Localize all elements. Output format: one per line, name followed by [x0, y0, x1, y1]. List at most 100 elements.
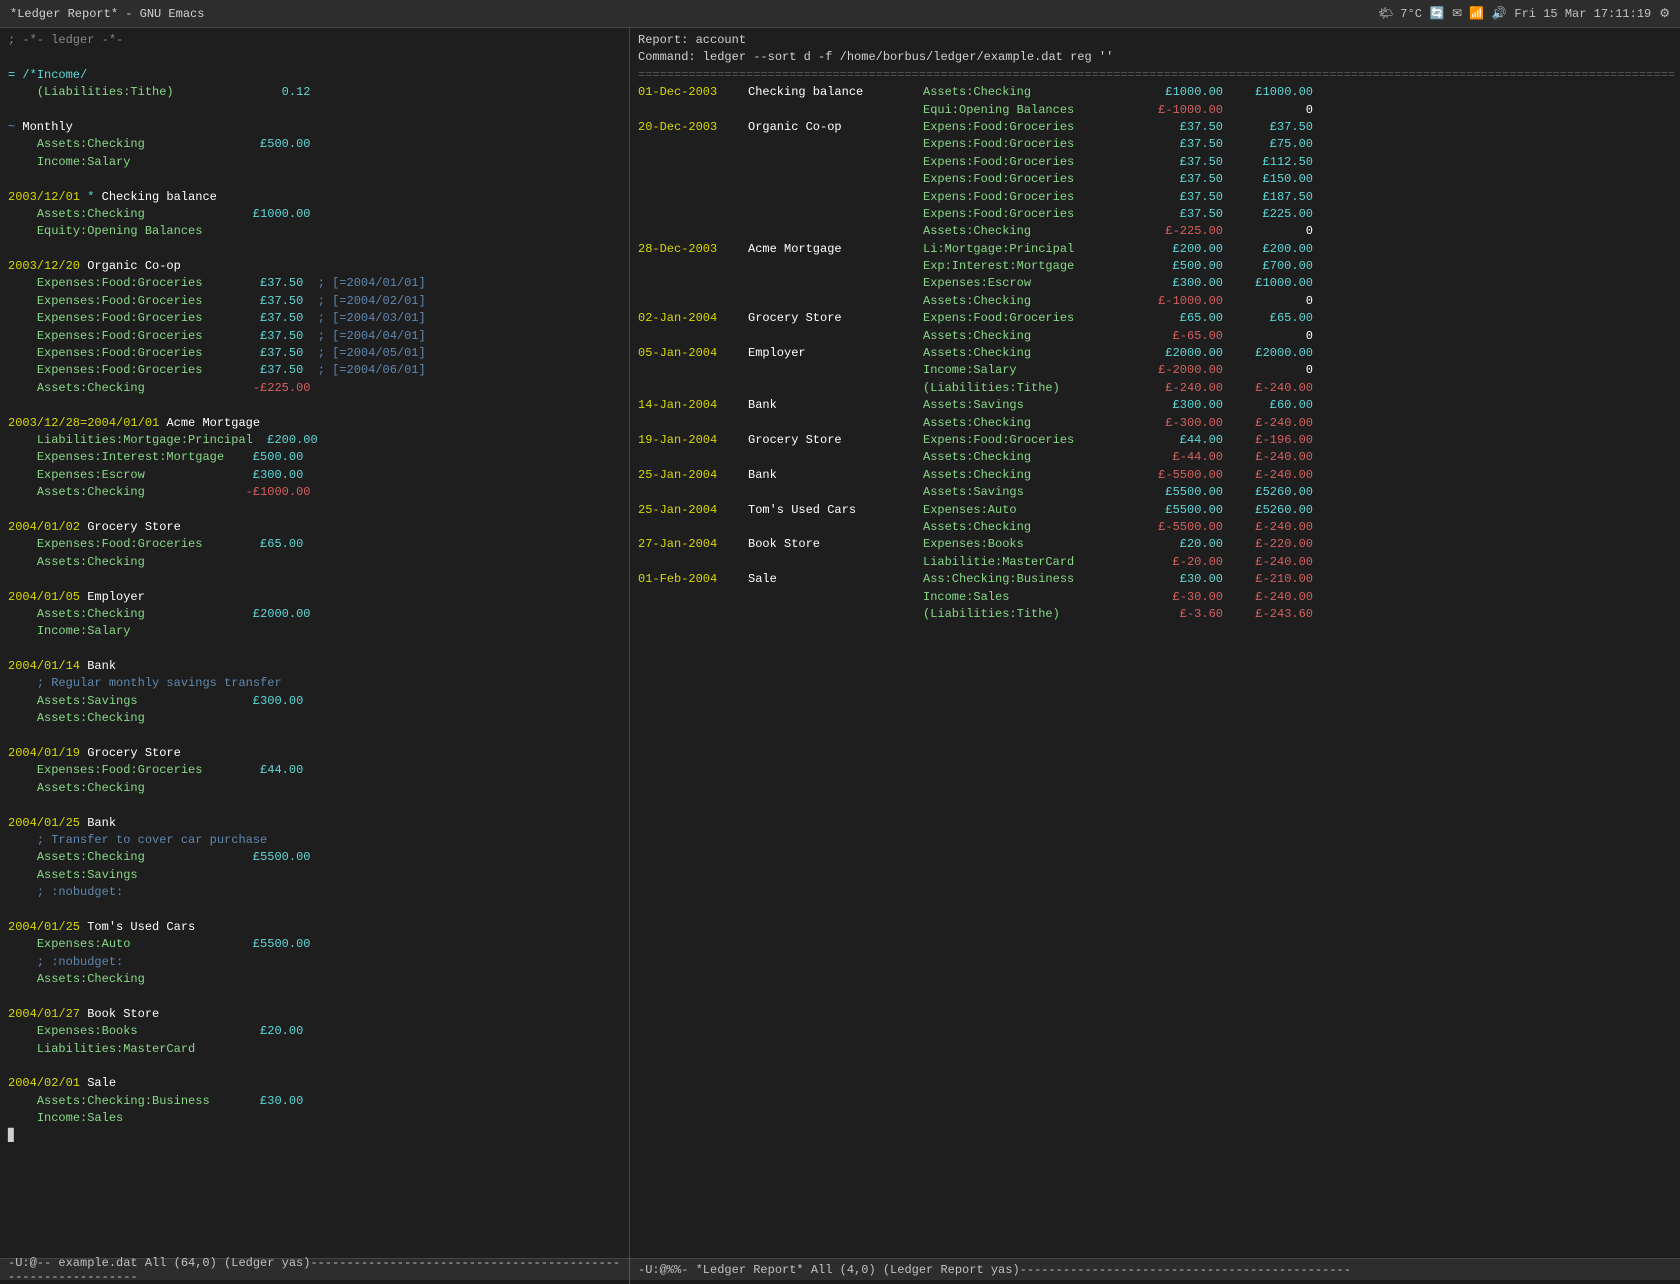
comment-car-purchase: ; Transfer to cover car purchase [8, 832, 621, 849]
report-row: (Liabilities:Tithe)£-240.00£-240.00 [638, 380, 1672, 397]
entry-date: 01-Feb-2004 [638, 571, 748, 588]
entry-date [638, 293, 748, 310]
entry-running: £-220.00 [1223, 536, 1313, 553]
txn-mortgage: 2003/12/28=2004/01/01 Acme Mortgage [8, 415, 621, 432]
report-row: 01-Dec-2003Checking balanceAssets:Checki… [638, 84, 1672, 101]
blank-9 [8, 728, 621, 745]
entry-date [638, 258, 748, 275]
txn-usedcars: 2004/01/25 Tom's Used Cars [8, 919, 621, 936]
report-row: 01-Feb-2004SaleAss:Checking:Business£30.… [638, 571, 1672, 588]
entry-payee [748, 415, 923, 432]
account-equity: Equity:Opening Balances [8, 223, 621, 240]
account-groceries-65: Expenses:Food:Groceries £65.00 [8, 536, 621, 553]
entry-date [638, 449, 748, 466]
entry-payee: Book Store [748, 536, 923, 553]
report-row: Equi:Opening Balances£-1000.000 [638, 102, 1672, 119]
entry-account: Assets:Checking [923, 293, 1133, 310]
entry-date: 14-Jan-2004 [638, 397, 748, 414]
report-row: 28-Dec-2003Acme MortgageLi:Mortgage:Prin… [638, 241, 1672, 258]
report-separator: ========================================… [638, 67, 1672, 84]
account-books-20: Expenses:Books £20.00 [8, 1023, 621, 1040]
entry-payee [748, 554, 923, 571]
entry-account: Assets:Savings [923, 484, 1133, 501]
blank-5 [8, 397, 621, 414]
titlebar-title: *Ledger Report* - GNU Emacs [10, 7, 204, 21]
entry-amount: £-3.60 [1133, 606, 1223, 623]
entry-running: £60.00 [1223, 397, 1313, 414]
entry-running: £5260.00 [1223, 484, 1313, 501]
report-row: Assets:Checking£-44.00£-240.00 [638, 449, 1672, 466]
entry-amount: £37.50 [1133, 136, 1223, 153]
entry-date [638, 275, 748, 292]
report-command: Command: ledger --sort d -f /home/borbus… [638, 49, 1672, 66]
entry-date [638, 223, 748, 240]
account-mortgage-principal: Liabilities:Mortgage:Principal £200.00 [8, 432, 621, 449]
entry-account: Expenses:Auto [923, 502, 1133, 519]
report-row: 02-Jan-2004Grocery StoreExpens:Food:Groc… [638, 310, 1672, 327]
entry-running: £-240.00 [1223, 449, 1313, 466]
left-blank-1 [8, 49, 621, 66]
report-row: 25-Jan-2004BankAssets:Checking£-5500.00£… [638, 467, 1672, 484]
settings-icon[interactable]: ⚙ [1659, 6, 1670, 21]
entry-payee [748, 589, 923, 606]
entry-payee: Bank [748, 467, 923, 484]
entry-account: Assets:Checking [923, 223, 1133, 240]
blank-3 [8, 171, 621, 188]
account-checking-1000: Assets:Checking £1000.00 [8, 206, 621, 223]
entry-account: Expens:Food:Groceries [923, 310, 1133, 327]
entry-payee: Sale [748, 571, 923, 588]
entry-running: £1000.00 [1223, 275, 1313, 292]
report-row: Expens:Food:Groceries£37.50£150.00 [638, 171, 1672, 188]
titlebar: *Ledger Report* - GNU Emacs 🌤 7°C 🔄 ✉ 📶 … [0, 0, 1680, 28]
entry-amount: £-300.00 [1133, 415, 1223, 432]
entry-running: £-240.00 [1223, 519, 1313, 536]
icons-display: 🔄 ✉ 📶 🔊 [1430, 6, 1506, 21]
entry-date [638, 589, 748, 606]
entry-payee [748, 171, 923, 188]
account-savings-300: Assets:Savings £300.00 [8, 693, 621, 710]
entry-amount: £-44.00 [1133, 449, 1223, 466]
entry-account: Assets:Checking [923, 467, 1133, 484]
report-row: Expenses:Escrow£300.00£1000.00 [638, 275, 1672, 292]
entry-payee: Tom's Used Cars [748, 502, 923, 519]
entry-payee [748, 606, 923, 623]
report-row: Assets:Checking£-65.000 [638, 328, 1672, 345]
entry-account: Expens:Food:Groceries [923, 206, 1133, 223]
entry-payee [748, 102, 923, 119]
entry-running: £-210.00 [1223, 571, 1313, 588]
entry-payee: Bank [748, 397, 923, 414]
entry-amount: £37.50 [1133, 119, 1223, 136]
entry-amount: £1000.00 [1133, 84, 1223, 101]
entry-account: Income:Salary [923, 362, 1133, 379]
entry-date: 27-Jan-2004 [638, 536, 748, 553]
entry-date [638, 328, 748, 345]
account-checking-neg225: Assets:Checking -£225.00 [8, 380, 621, 397]
section-income: = /*Income/ [8, 67, 621, 84]
txn-employer: 2004/01/05 Employer [8, 589, 621, 606]
entry-running: 0 [1223, 102, 1313, 119]
entry-date: 05-Jan-2004 [638, 345, 748, 362]
comment-nobudget-1: ; :nobudget: [8, 884, 621, 901]
account-auto-5500: Expenses:Auto £5500.00 [8, 936, 621, 953]
entry-running: £1000.00 [1223, 84, 1313, 101]
entry-payee [748, 519, 923, 536]
entry-date [638, 171, 748, 188]
entry-payee [748, 484, 923, 501]
report-row: 05-Jan-2004EmployerAssets:Checking£2000.… [638, 345, 1672, 362]
entry-account: Equi:Opening Balances [923, 102, 1133, 119]
account-income-salary-2: Income:Salary [8, 623, 621, 640]
blank-7 [8, 571, 621, 588]
account-groceries-2: Expenses:Food:Groceries £37.50 ; [=2004/… [8, 293, 621, 310]
account-checking-bare2: Assets:Checking [8, 710, 621, 727]
entry-running: £75.00 [1223, 136, 1313, 153]
entry-date [638, 154, 748, 171]
blank-13 [8, 1058, 621, 1075]
entry-amount: £-30.00 [1133, 589, 1223, 606]
entry-account: Expenses:Escrow [923, 275, 1133, 292]
comment-savings-transfer: ; Regular monthly savings transfer [8, 675, 621, 692]
entry-account: Expenses:Books [923, 536, 1133, 553]
entry-date: 01-Dec-2003 [638, 84, 748, 101]
entry-running: £200.00 [1223, 241, 1313, 258]
entry-account: Assets:Checking [923, 84, 1133, 101]
left-pane[interactable]: ; -*- ledger -*- = /*Income/ (Liabilitie… [0, 28, 630, 1258]
